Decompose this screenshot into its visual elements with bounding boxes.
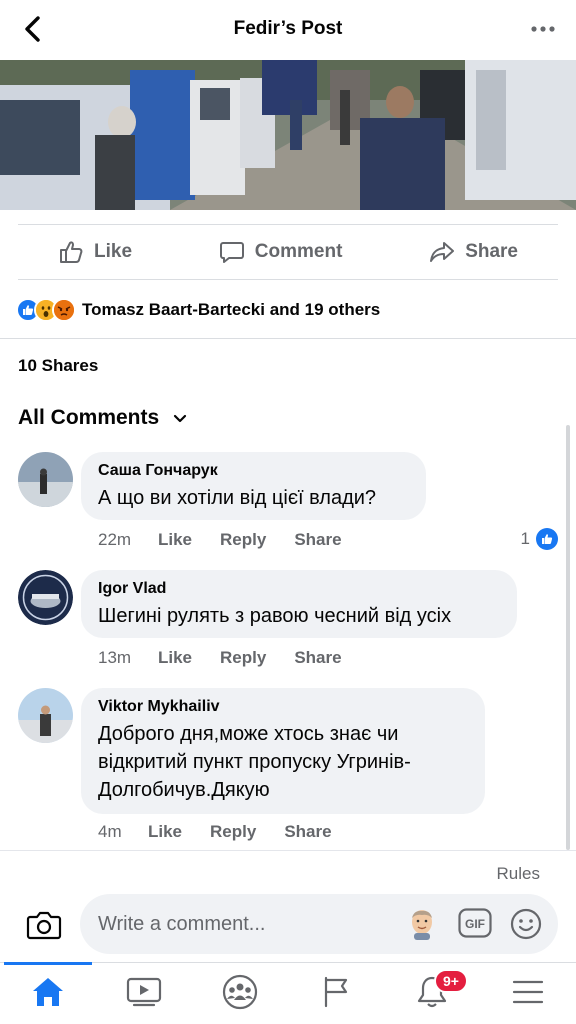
more-options-icon[interactable] — [528, 14, 558, 44]
notifications-badge: 9+ — [434, 969, 468, 993]
like-button[interactable]: Like — [18, 239, 172, 265]
comment-item: Viktor Mykhailiv Доброго дня,може хтось … — [18, 688, 558, 848]
comment-time: 4m — [98, 822, 122, 841]
like-reaction-icon — [536, 528, 558, 550]
avatar[interactable] — [18, 452, 73, 507]
comment-reply-button[interactable]: Reply — [220, 530, 266, 550]
reactors-text: Tomasz Baart-Bartecki and 19 others — [82, 300, 381, 319]
comment-meta: 4m Like Reply Share — [98, 822, 360, 842]
groups-icon — [222, 974, 258, 1015]
like-count-value: 1 — [520, 529, 530, 548]
back-icon[interactable] — [18, 14, 48, 44]
post-actions-bar: Like Comment Share — [18, 224, 558, 280]
comment-input-placeholder: Write a comment... — [98, 912, 266, 935]
reactions-summary[interactable]: Tomasz Baart-Bartecki and 19 others — [16, 296, 380, 324]
share-button[interactable]: Share — [389, 239, 558, 265]
comment-item: Igor Vlad Шегині рулять з равою чесний в… — [18, 570, 558, 670]
comment-text: Шегині рулять з равою чесний від усіх — [98, 605, 452, 627]
chevron-down-icon — [173, 406, 187, 430]
reaction-icons — [16, 298, 76, 322]
tab-menu[interactable] — [480, 963, 576, 1024]
share-icon — [429, 239, 455, 265]
comment-time: 13m — [98, 648, 132, 667]
comments-filter-label: All Comments — [18, 406, 160, 429]
scrollbar[interactable] — [566, 425, 570, 850]
page-title: Fedir’s Post — [233, 18, 343, 39]
comment-like-button[interactable]: Like — [158, 648, 192, 668]
comment-text-line: Долгобичув.Дякую — [98, 779, 270, 801]
comment-author[interactable]: Igor Vlad — [98, 580, 500, 598]
avatar[interactable] — [18, 570, 73, 625]
comment-time: 22m — [98, 530, 132, 549]
tab-notifications[interactable]: 9+ — [384, 963, 480, 1024]
avatar-sticker-icon[interactable] — [406, 908, 438, 946]
angry-reaction-icon — [52, 298, 76, 322]
comment-text-line: Доброго дня,може хтось знає чи — [98, 723, 399, 745]
divider — [0, 338, 576, 339]
video-icon — [126, 977, 162, 1012]
comment-meta: 22m Like Reply Share — [98, 530, 370, 550]
like-label: Like — [94, 241, 133, 262]
gif-icon[interactable]: GIF — [458, 908, 492, 944]
bottom-tab-bar: 9+ — [0, 962, 576, 1024]
comment-like-button[interactable]: Like — [148, 822, 182, 842]
hamburger-menu-icon — [512, 979, 544, 1010]
avatar[interactable] — [18, 688, 73, 743]
comment-author[interactable]: Саша Гончарук — [98, 462, 409, 480]
comment-input[interactable]: Write a comment... GIF — [80, 894, 558, 954]
rules-link[interactable]: Rules — [497, 864, 540, 884]
comment-share-button[interactable]: Share — [294, 530, 341, 550]
post-photo[interactable] — [0, 60, 576, 210]
comment-reply-button[interactable]: Reply — [210, 822, 256, 842]
flag-icon — [321, 976, 351, 1013]
comment-bubble[interactable]: Viktor Mykhailiv Доброго дня,може хтось … — [81, 688, 485, 814]
comment-meta: 13m Like Reply Share — [98, 648, 370, 668]
shares-count[interactable]: 10 Shares — [18, 356, 98, 376]
comment-share-button[interactable]: Share — [284, 822, 331, 842]
gif-label: GIF — [465, 917, 485, 931]
comment-item: Саша Гончарук А що ви хотіли від цієї вл… — [18, 452, 558, 552]
comment-author[interactable]: Viktor Mykhailiv — [98, 698, 468, 716]
comment-reply-button[interactable]: Reply — [220, 648, 266, 668]
comment-text-line: відкритий пункт пропуску Угринів- — [98, 751, 411, 773]
thumbs-up-icon — [58, 239, 84, 265]
tab-home[interactable] — [0, 962, 96, 1024]
comment-text: А що ви хотіли від цієї влади? — [98, 487, 377, 509]
comment-button[interactable]: Comment — [179, 239, 383, 265]
comment-bubble[interactable]: Саша Гончарук А що ви хотіли від цієї вл… — [81, 452, 426, 520]
comment-bubble[interactable]: Igor Vlad Шегині рулять з равою чесний в… — [81, 570, 517, 638]
comments-filter[interactable]: All Comments — [18, 406, 187, 430]
camera-icon[interactable] — [26, 908, 62, 942]
comment-like-button[interactable]: Like — [158, 530, 192, 550]
comment-label: Comment — [254, 241, 343, 262]
divider — [0, 850, 576, 851]
emoji-icon[interactable] — [510, 908, 542, 946]
tab-groups[interactable] — [192, 963, 288, 1024]
comment-share-button[interactable]: Share — [294, 648, 341, 668]
comment-composer: Write a comment... GIF — [0, 890, 576, 960]
tab-watch[interactable] — [96, 963, 192, 1024]
comment-like-count[interactable]: 1 — [521, 528, 558, 550]
tab-pages[interactable] — [288, 963, 384, 1024]
home-icon — [31, 976, 65, 1013]
comment-icon — [219, 239, 245, 265]
top-bar: Fedir’s Post — [0, 0, 576, 58]
share-label: Share — [465, 241, 518, 262]
